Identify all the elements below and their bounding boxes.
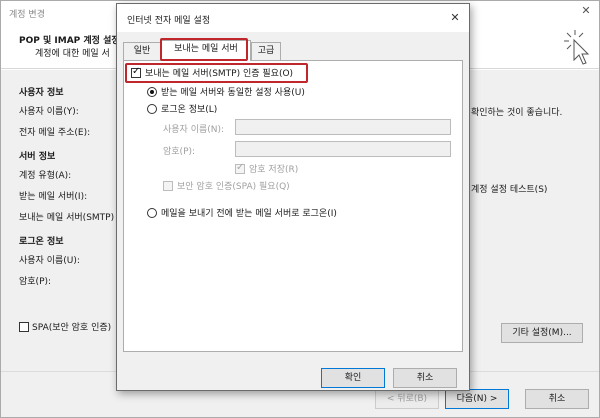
label-field-password: 암호(P): [163, 147, 196, 157]
remember-password-label: 암호 저장(R) [249, 165, 299, 175]
spa-checkbox-label: SPA(보안 암호 인증) [32, 323, 112, 333]
spa-required-checkbox[interactable] [163, 180, 173, 191]
label-email: 전자 메일 주소(E): [19, 128, 91, 138]
cancel-button[interactable]: 취소 [525, 389, 589, 409]
smtp-auth-checkbox[interactable] [131, 66, 141, 78]
user-name-input[interactable] [235, 119, 451, 135]
label-password: 암호(P): [19, 277, 52, 287]
dialog-title: 인터넷 전자 메일 설정 [127, 16, 211, 26]
remember-password-row[interactable]: 암호 저장(R) [235, 162, 298, 175]
next-button[interactable]: 다음(N) > [445, 389, 509, 409]
label-incoming-server: 받는 메일 서버(I): [19, 192, 88, 202]
smtp-auth-row[interactable]: 보내는 메일 서버(SMTP) 인증 필요(O) [131, 66, 293, 79]
test-account-label[interactable]: 계정 설정 테스트(S) [471, 182, 547, 195]
dialog-cancel-button[interactable]: 취소 [393, 368, 457, 388]
section-server-info: 서버 정보 [19, 152, 56, 162]
remember-password-checkbox[interactable] [235, 162, 245, 174]
radio-logon-before-send-label: 메일을 보내기 전에 받는 메일 서버로 로그온(I) [161, 209, 337, 219]
tab-general[interactable]: 일반 [123, 42, 161, 60]
internet-email-settings-dialog: 인터넷 전자 메일 설정 ✕ 일반 보내는 메일 서버 고급 보내는 메일 서버… [116, 3, 470, 391]
radio-logon-info-label: 로그온 정보(L) [161, 105, 218, 115]
password-input[interactable] [235, 141, 451, 157]
label-logon-user-name: 사용자 이름(U): [19, 256, 80, 266]
label-user-name: 사용자 이름(Y): [19, 107, 79, 117]
spa-checkbox-row[interactable]: SPA(보안 암호 인증) [19, 320, 111, 333]
window-title: 계정 변경 [9, 10, 45, 20]
header-subtitle: 계정에 대한 메일 서 [35, 49, 110, 59]
close-icon[interactable]: ✕ [579, 4, 593, 18]
radio-same-settings-row[interactable]: 받는 메일 서버와 동일한 설정 사용(U) [147, 85, 305, 98]
spa-required-row[interactable]: 보안 암호 인증(SPA) 필요(Q) [163, 179, 290, 192]
spa-required-label: 보안 암호 인증(SPA) 필요(Q) [177, 182, 290, 192]
radio-same-settings[interactable] [147, 86, 157, 97]
dialog-close-icon[interactable]: ✕ [447, 10, 463, 26]
section-logon-info: 로그온 정보 [19, 237, 64, 247]
header-title: POP 및 IMAP 계정 설정 [19, 36, 120, 46]
radio-same-settings-label: 받는 메일 서버와 동일한 설정 사용(U) [161, 88, 305, 98]
more-settings-button[interactable]: 기타 설정(M)... [501, 323, 583, 343]
label-field-user-name: 사용자 이름(N): [163, 125, 225, 135]
dialog-titlebar: 인터넷 전자 메일 설정 ✕ [117, 4, 469, 32]
ok-button[interactable]: 확인 [321, 368, 385, 388]
sparkle-cursor-icon [564, 30, 590, 65]
label-outgoing-server: 보내는 메일 서버(SMTP) [19, 213, 115, 223]
tab-advanced[interactable]: 고급 [251, 42, 281, 60]
radio-logon-before-send[interactable] [147, 207, 157, 218]
label-account-type: 계정 유형(A): [19, 171, 72, 181]
section-user-info: 사용자 정보 [19, 88, 64, 98]
spa-checkbox[interactable] [19, 321, 29, 332]
radio-logon-before-send-row[interactable]: 메일을 보내기 전에 받는 메일 서버로 로그온(I) [147, 206, 337, 219]
back-button[interactable]: < 뒤로(B) [375, 389, 439, 409]
smtp-auth-label: 보내는 메일 서버(SMTP) 인증 필요(O) [145, 69, 294, 79]
recommend-text: 확인하는 것이 좋습니다. [471, 108, 563, 118]
radio-logon-info-row[interactable]: 로그온 정보(L) [147, 102, 217, 115]
radio-logon-info[interactable] [147, 103, 157, 114]
tab-outgoing-server[interactable]: 보내는 메일 서버 [161, 40, 251, 61]
